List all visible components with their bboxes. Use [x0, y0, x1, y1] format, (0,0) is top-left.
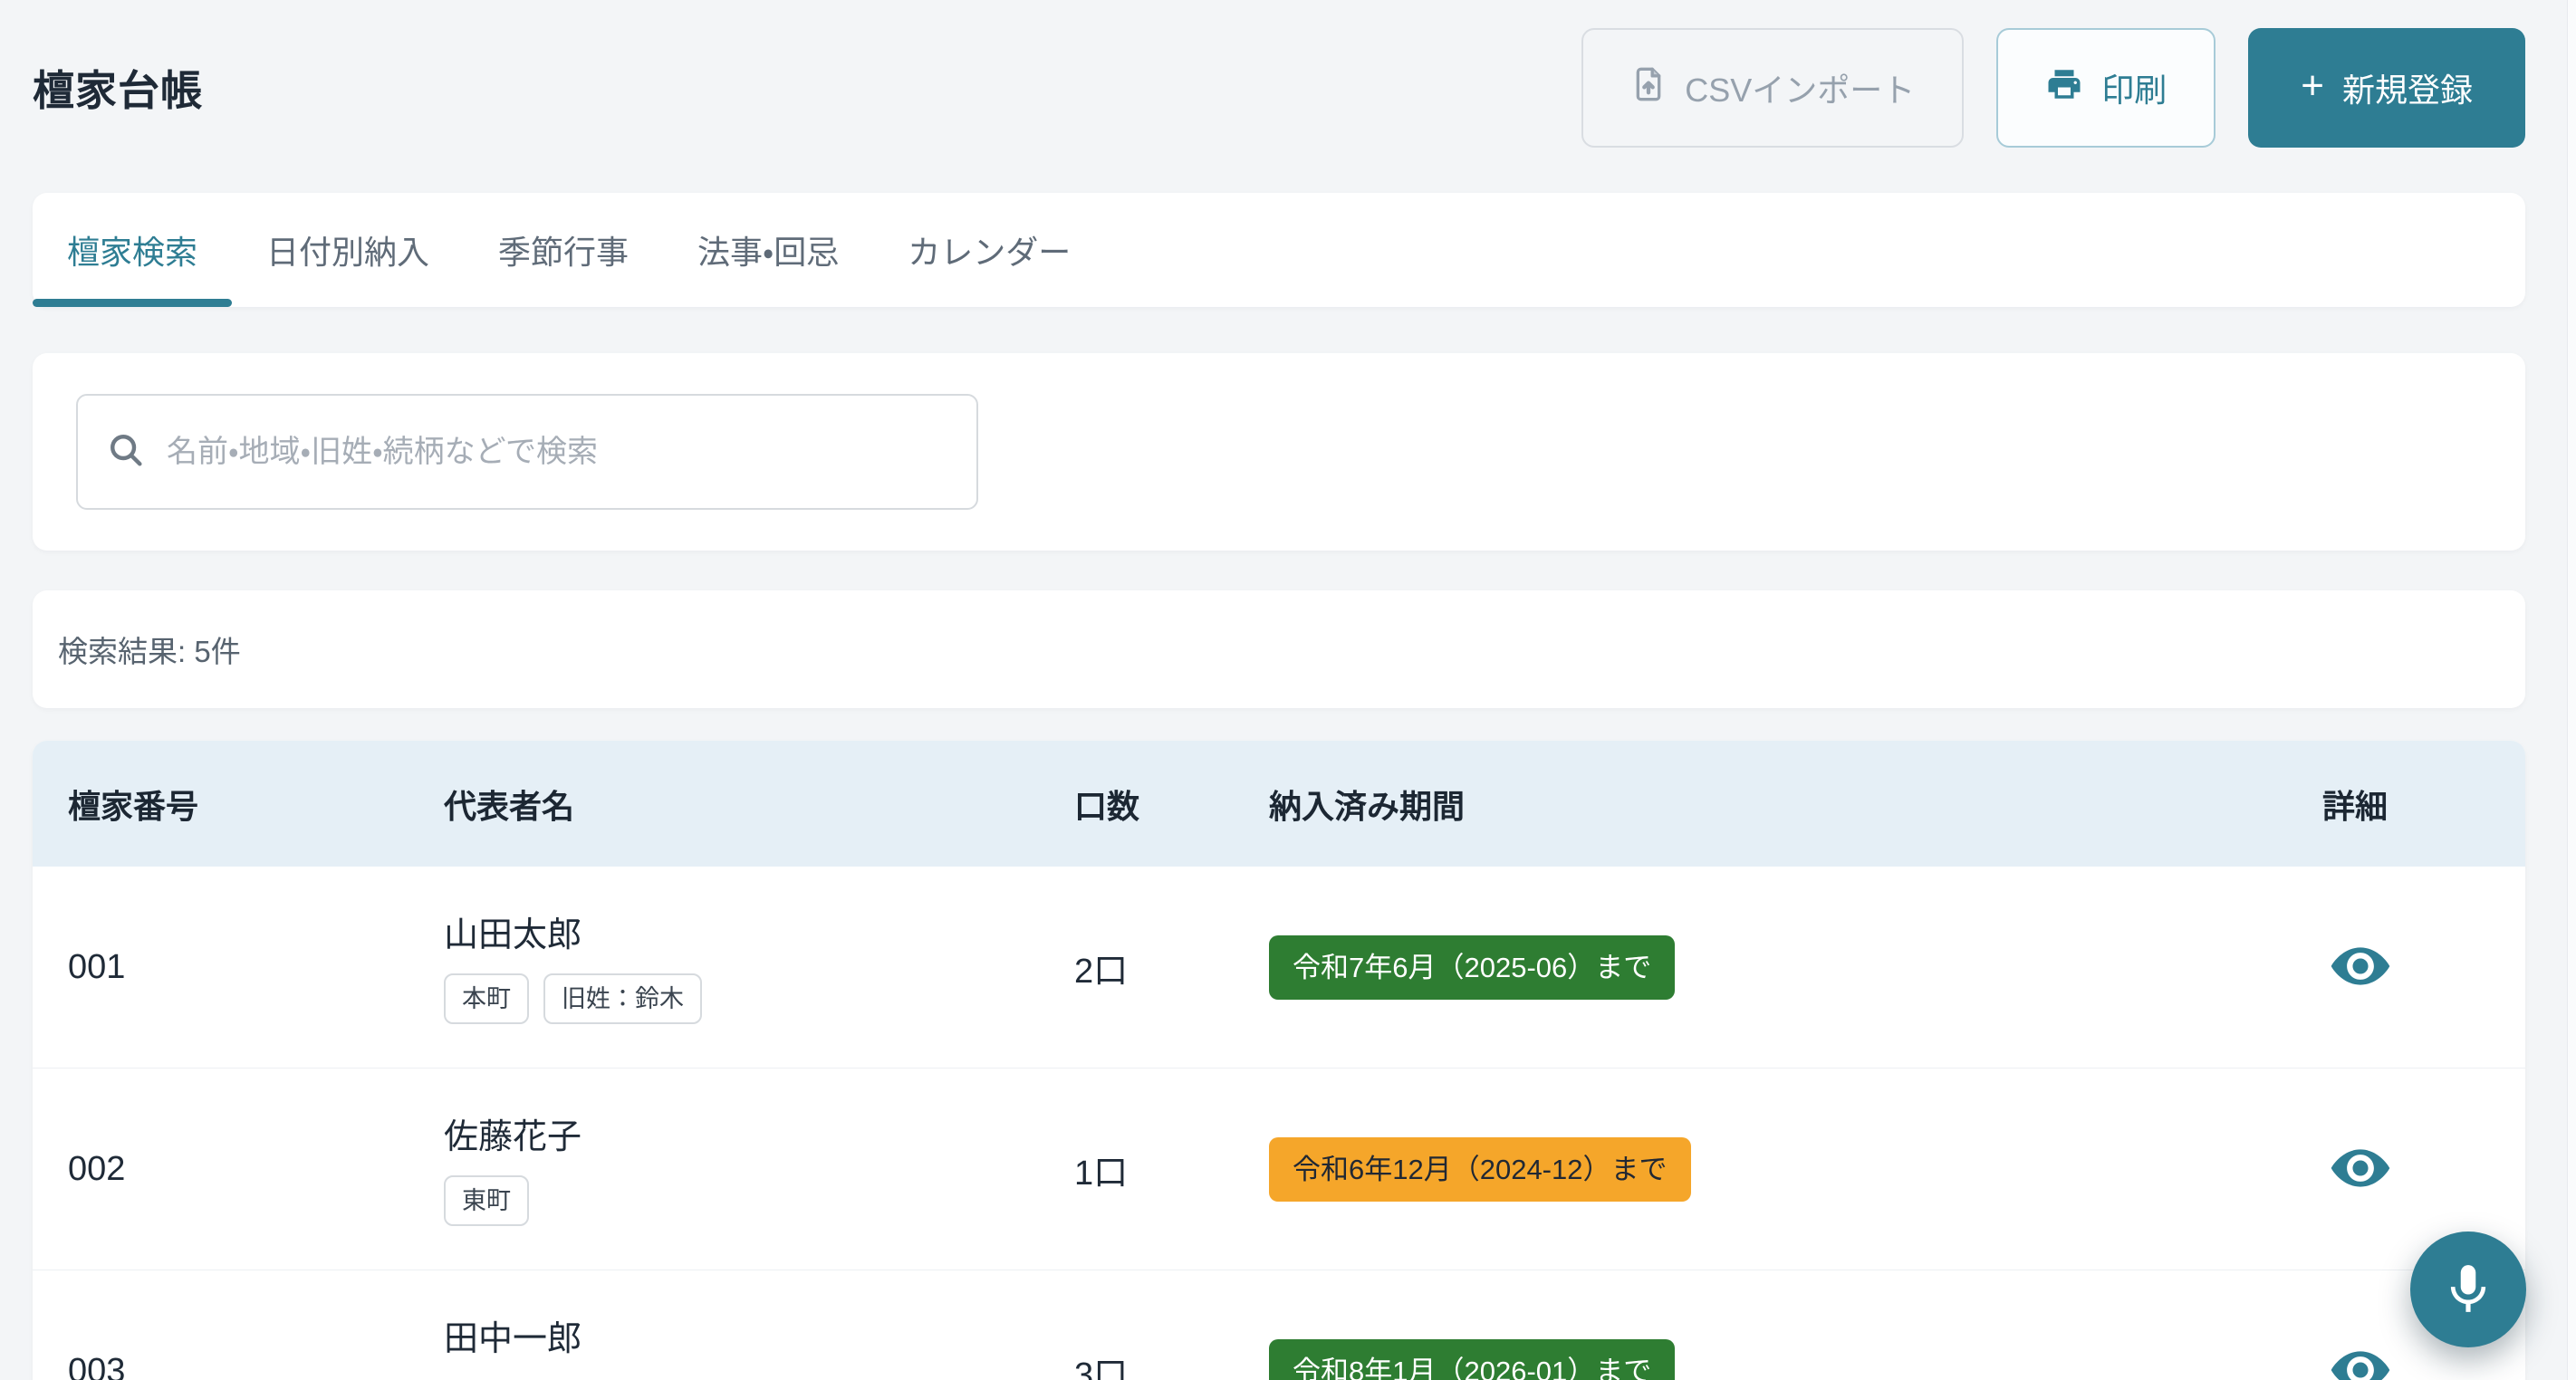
danka-table: 檀家番号 代表者名 口数 納入済み期間 詳細 001 山田太郎 本町 旧姓：鈴木… — [33, 741, 2525, 1380]
page-header: 檀家台帳 CSVインポート — [33, 0, 2525, 149]
representative-cell: 田中一郎 — [444, 1270, 1074, 1361]
column-header-representative: 代表者名 — [444, 781, 1074, 828]
tab-memorial-services[interactable]: 法事・回忌 — [663, 193, 873, 307]
tag-row: 本町 旧姓：鈴木 — [444, 973, 1074, 1024]
district-tag: 東町 — [444, 1175, 529, 1226]
microphone-icon — [2440, 1260, 2496, 1319]
print-button[interactable]: 印刷 — [1996, 28, 2216, 148]
results-summary-panel: 検索結果: 5件 — [33, 590, 2525, 708]
csv-import-button[interactable]: CSVインポート — [1581, 28, 1964, 148]
table-row: 002 佐藤花子 東町 1口 令和6年12月（2024-12）まで — [33, 1069, 2525, 1270]
table-row: 003 田中一郎 3口 令和8年1月（2026-01）まで — [33, 1270, 2525, 1380]
representative-cell: 山田太郎 本町 旧姓：鈴木 — [444, 867, 1074, 1024]
view-details-button[interactable] — [2324, 1335, 2397, 1380]
page-title: 檀家台帳 — [33, 58, 203, 118]
new-registration-label: 新規登録 — [2342, 64, 2473, 111]
tab-bar: 檀家検索 日付別納入 季節行事 法事・回忌 カレンダー — [33, 193, 2525, 307]
eye-icon — [2326, 1134, 2395, 1205]
table-header-row: 檀家番号 代表者名 口数 納入済み期間 詳細 — [33, 741, 2525, 867]
column-header-details: 詳細 — [2322, 781, 2525, 828]
print-label: 印刷 — [2101, 64, 2167, 111]
tab-calendar[interactable]: カレンダー — [873, 193, 1105, 307]
units-count: 2口 — [1074, 943, 1269, 992]
representative-name: 田中一郎 — [444, 1318, 1074, 1361]
paid-until-badge: 令和6年12月（2024-12）まで — [1269, 1137, 1691, 1202]
representative-name: 佐藤花子 — [444, 1116, 1074, 1159]
csv-import-label: CSVインポート — [1685, 64, 1915, 111]
eye-icon — [2326, 932, 2395, 1003]
file-upload-icon — [1630, 64, 1667, 112]
column-header-units: 口数 — [1074, 781, 1269, 828]
tab-seasonal-events[interactable]: 季節行事 — [464, 193, 663, 307]
header-actions: CSVインポート 印刷 + 新規登録 — [1581, 28, 2525, 148]
paid-until-badge: 令和7年6月（2025-06）まで — [1269, 935, 1675, 1000]
column-header-number: 檀家番号 — [68, 781, 444, 828]
representative-name: 山田太郎 — [444, 914, 1074, 957]
table-row: 001 山田太郎 本町 旧姓：鈴木 2口 令和7年6月（2025-06）まで — [33, 867, 2525, 1069]
units-count: 3口 — [1074, 1346, 1269, 1380]
tag-row: 東町 — [444, 1175, 1074, 1226]
district-tag: 本町 — [444, 973, 529, 1024]
paid-until-badge: 令和8年1月（2026-01）まで — [1269, 1339, 1675, 1380]
plus-icon: + — [2301, 66, 2324, 106]
tab-danka-search[interactable]: 檀家検索 — [33, 193, 232, 307]
search-box — [76, 394, 978, 510]
tab-payment-by-date[interactable]: 日付別納入 — [232, 193, 464, 307]
scrollbar-track[interactable] — [2567, 0, 2576, 1380]
voice-input-fab[interactable] — [2410, 1231, 2526, 1347]
danka-number: 002 — [68, 1150, 444, 1189]
maiden-name-tag: 旧姓：鈴木 — [543, 973, 702, 1024]
view-details-button[interactable] — [2324, 931, 2397, 1003]
view-details-button[interactable] — [2324, 1133, 2397, 1205]
search-panel — [33, 353, 2525, 551]
search-input[interactable] — [167, 435, 949, 470]
new-registration-button[interactable]: + 新規登録 — [2248, 28, 2525, 148]
units-count: 1口 — [1074, 1145, 1269, 1194]
representative-cell: 佐藤花子 東町 — [444, 1069, 1074, 1226]
printer-icon — [2045, 65, 2083, 111]
danka-number: 001 — [68, 948, 444, 987]
eye-icon — [2326, 1336, 2395, 1380]
magnifier-icon — [105, 429, 147, 475]
results-count: 検索結果: 5件 — [58, 628, 241, 671]
danka-number: 003 — [68, 1352, 444, 1380]
column-header-paid-period: 納入済み期間 — [1269, 781, 2322, 828]
